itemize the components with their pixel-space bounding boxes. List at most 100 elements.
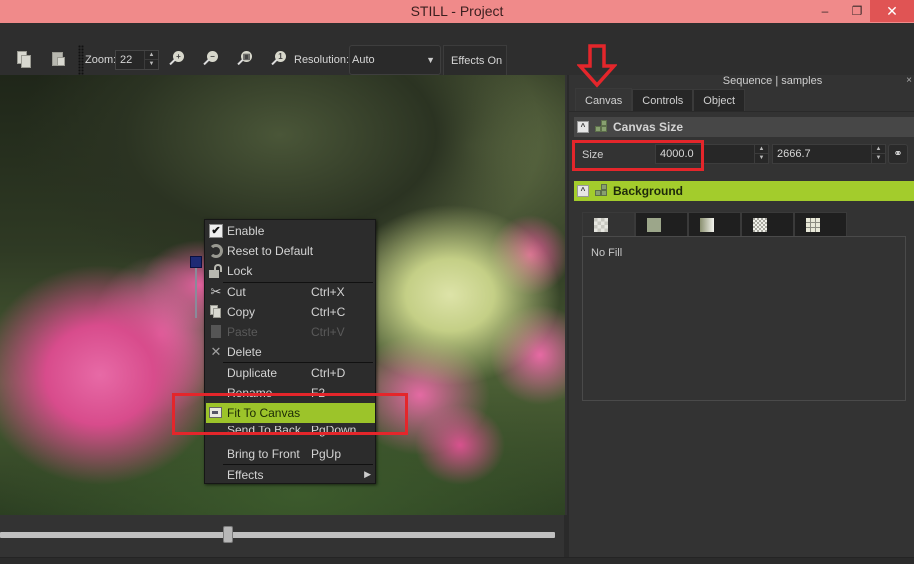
magnifier-handle [237, 58, 244, 66]
menu-item-shortcut: Ctrl+D [311, 366, 346, 380]
background-title: Background [613, 184, 684, 198]
fill-type-tabs [582, 212, 847, 237]
puzzle-piece [601, 190, 607, 196]
timeline-slider-area [0, 515, 567, 557]
paste-icon [209, 325, 223, 339]
zoom-in-button[interactable]: + [166, 50, 186, 70]
width-decrement-button[interactable]: ▼ [755, 154, 768, 163]
zoom-actual-size-button[interactable]: 1 [268, 50, 288, 70]
height-decrement-button[interactable]: ▼ [872, 154, 885, 163]
collapse-icon[interactable]: ^ [577, 185, 589, 197]
menu-item-shortcut: Ctrl+V [311, 325, 345, 339]
canvas-size-section-header[interactable]: ^ Canvas Size [574, 117, 914, 137]
canvas-height-field[interactable]: 2666.7 ▲ ▼ [772, 144, 886, 164]
menu-item-lock[interactable]: Lock [206, 261, 375, 281]
timeline-slider-thumb[interactable] [223, 526, 233, 543]
toolbar-grip[interactable] [78, 45, 84, 75]
effects-toggle-button[interactable]: Effects On [443, 45, 507, 75]
submenu-arrow-icon: ▶ [364, 469, 371, 479]
width-spin-buttons: ▲ ▼ [754, 145, 768, 163]
transform-handle[interactable] [190, 256, 202, 268]
zoom-increment-button[interactable]: ▲ [145, 51, 158, 60]
menu-item-bring-to-front[interactable]: Bring to Front PgUp [206, 444, 375, 464]
fill-tab-gradient[interactable] [688, 212, 741, 236]
pattern-icon [753, 218, 767, 232]
zoom-out-button[interactable]: − [200, 50, 220, 70]
tab-canvas[interactable]: Canvas [575, 88, 633, 111]
tab-controls[interactable]: Controls [632, 89, 694, 111]
zoom-label: Zoom: [85, 54, 117, 66]
paste-icon-sheet [57, 57, 65, 66]
copy-icon-sheet [213, 308, 221, 318]
menu-item-shortcut: PgUp [311, 447, 342, 461]
context-menu: ✔ Enable Reset to Default Lock ✂ Cut Ctr… [204, 219, 376, 484]
width-increment-button[interactable]: ▲ [755, 145, 768, 154]
height-spin-buttons: ▲ ▼ [871, 145, 885, 163]
resolution-label: Resolution: [294, 54, 350, 66]
transform-handle-line [195, 268, 197, 318]
paste-icon-board [211, 325, 221, 338]
magnifier-handle [203, 58, 210, 66]
scissors-icon: ✂ [210, 284, 222, 299]
title-bar: STILL - Project – ❐ ✕ [0, 0, 914, 23]
menu-item-label: Lock [227, 264, 253, 278]
menu-item-label: Bring to Front [227, 447, 300, 461]
puzzle-icon [594, 184, 608, 198]
maximize-button[interactable]: ❐ [840, 0, 874, 22]
zoom-value[interactable]: 22 [120, 54, 132, 66]
tab-object[interactable]: Object [693, 89, 746, 111]
annotation-arrow-down-icon [577, 44, 617, 88]
fill-tab-pattern[interactable] [741, 212, 794, 236]
menu-item-label: Duplicate [227, 366, 278, 380]
menu-item-effects[interactable]: Effects ▶ [206, 465, 375, 485]
menu-item-label: Effects [227, 468, 264, 482]
checkbox-checked-icon[interactable]: ✔ [209, 224, 223, 238]
fill-settings-box: No Fill [582, 236, 906, 401]
menu-item-duplicate[interactable]: Duplicate Ctrl+D [206, 363, 375, 383]
zoom-spin-buttons: ▲ ▼ [144, 51, 158, 69]
minimize-button[interactable]: – [808, 0, 842, 22]
link-aspect-ratio-button[interactable]: ⚭ [888, 144, 908, 164]
toolbar: Zoom: 22 ▲ ▼ + − ▣ 1 Resolution: Auto ▼ … [0, 23, 914, 75]
menu-item-shortcut: Ctrl+C [311, 305, 346, 319]
chevron-down-icon: ▼ [426, 55, 435, 65]
menu-item-delete[interactable]: ✕ Delete [206, 342, 375, 362]
menu-item-label: Cut [227, 285, 246, 299]
menu-item-reset-to-default[interactable]: Reset to Default [206, 241, 375, 261]
magnifier-handle [271, 58, 278, 66]
paste-toolbar-button[interactable] [50, 51, 68, 69]
canvas-size-title: Canvas Size [613, 120, 684, 134]
close-button[interactable]: ✕ [870, 0, 914, 22]
resolution-dropdown[interactable]: Auto ▼ [349, 45, 441, 75]
puzzle-piece [601, 184, 607, 190]
puzzle-piece [601, 120, 607, 126]
menu-item-shortcut: Ctrl+X [311, 285, 345, 299]
background-section-header[interactable]: ^ Background [574, 181, 914, 201]
menu-item-cut[interactable]: ✂ Cut Ctrl+X [206, 282, 375, 302]
menu-item-enable[interactable]: ✔ Enable [206, 221, 375, 241]
copy-toolbar-button[interactable] [16, 51, 34, 69]
menu-item-label: Enable [227, 224, 265, 238]
timeline-slider-track[interactable] [0, 532, 555, 538]
lock-shackle [214, 264, 222, 272]
zoom-fit-button[interactable]: ▣ [234, 50, 254, 70]
panel-title: Sequence | samples [722, 75, 823, 87]
fill-tab-solid-color[interactable] [635, 212, 688, 236]
collapse-icon[interactable]: ^ [577, 121, 589, 133]
fill-tab-no-fill[interactable] [582, 212, 635, 237]
zoom-decrement-button[interactable]: ▼ [145, 60, 158, 69]
panel-close-icon[interactable]: × [906, 75, 912, 86]
menu-item-label: Delete [227, 345, 262, 359]
zoom-spinbox[interactable]: 22 ▲ ▼ [115, 50, 159, 70]
chain-link-icon: ⚭ [893, 148, 903, 160]
annotation-box-size [572, 140, 704, 171]
fill-tab-image[interactable] [794, 212, 847, 236]
menu-item-copy[interactable]: Copy Ctrl+C [206, 302, 375, 322]
delete-icon: ✕ [210, 344, 222, 359]
tabs-divider [569, 111, 914, 112]
window-title: STILL - Project [410, 3, 504, 19]
puzzle-piece [601, 126, 607, 132]
menu-item-paste[interactable]: Paste Ctrl+V [206, 322, 375, 342]
height-increment-button[interactable]: ▲ [872, 145, 885, 154]
app-window: STILL - Project – ❐ ✕ Zoom: 22 ▲ ▼ + − ▣… [0, 0, 914, 564]
